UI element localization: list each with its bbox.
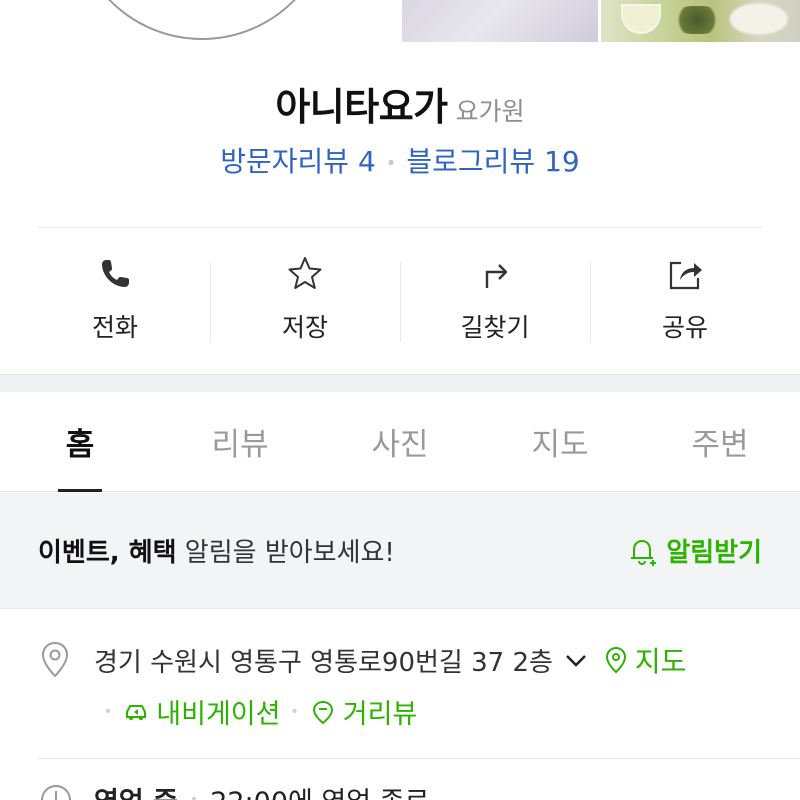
review-links: 방문자리뷰 4 • 블로그리뷰 19 (0, 140, 800, 180)
plate-shape (729, 2, 789, 36)
place-category: 요가원 (455, 97, 525, 126)
navigation-label: 내비게이션 (156, 699, 281, 730)
place-header: 아니타요가 요가원 (0, 76, 800, 131)
street-view-label: 거리뷰 (342, 699, 418, 730)
phone-icon (102, 260, 129, 287)
tab-reviews[interactable]: 리뷰 (160, 392, 320, 491)
notice-message: 알림을 받아보세요! (176, 538, 395, 568)
share-icon (669, 261, 702, 290)
section-gap (0, 374, 800, 392)
separator-dot: • (104, 703, 113, 720)
address-section: 경기 수원시 영통구 영통로90번길 37 2층 지도 • 내비게이션 • 거리… (38, 640, 778, 731)
street-view-icon (312, 700, 333, 724)
street-view-link[interactable]: 거리뷰 (309, 692, 418, 731)
business-hours[interactable]: 영업 중 • 22:00에 영업 종료 (38, 780, 429, 800)
place-photo-1[interactable] (402, 0, 598, 42)
separator-dot: • (290, 703, 299, 720)
place-name: 아니타요가 (275, 85, 448, 129)
tea-leaves-shape (673, 6, 721, 34)
directions-label: 길찾기 (460, 313, 530, 342)
car-icon (126, 704, 147, 720)
action-bar: 전화 저장 길찾기 공유 (20, 228, 780, 374)
place-photo-2[interactable] (601, 0, 800, 42)
business-logo (72, 0, 332, 40)
bell-plus-icon (631, 539, 657, 566)
location-pin-icon (41, 641, 69, 678)
clock-icon (41, 784, 71, 800)
tab-home[interactable]: 홈 (0, 392, 160, 491)
divider (38, 758, 800, 759)
separator-dot: • (385, 152, 397, 174)
share-label: 공유 (661, 313, 708, 342)
map-link-label: 지도 (634, 645, 687, 678)
tab-bar: 홈 리뷰 사진 지도 주변 (0, 392, 800, 492)
visitor-reviews-link[interactable]: 방문자리뷰 4 (220, 145, 376, 178)
star-icon (288, 257, 322, 289)
tab-map[interactable]: 지도 (480, 392, 640, 491)
map-pin-icon (605, 646, 626, 674)
address-text: 경기 수원시 영통구 영통로90번길 37 2층 (94, 647, 553, 678)
subscribe-alerts-label: 알림받기 (666, 538, 762, 568)
separator-dot: • (189, 791, 199, 800)
notice-text: 이벤트, 혜택 알림을 받아보세요! (38, 532, 395, 569)
tab-nearby[interactable]: 주변 (640, 392, 800, 491)
hours-detail: 22:00에 영업 종료 (210, 780, 429, 800)
tab-photos[interactable]: 사진 (320, 392, 480, 491)
hours-status: 영업 중 (94, 780, 178, 800)
notice-bold: 이벤트, 혜택 (38, 538, 177, 568)
notification-banner: 이벤트, 혜택 알림을 받아보세요! 알림받기 (0, 493, 800, 609)
chevron-down-icon[interactable] (563, 647, 589, 673)
directions-icon (485, 264, 508, 288)
save-label: 저장 (281, 313, 328, 342)
blog-reviews-link[interactable]: 블로그리뷰 19 (406, 145, 579, 178)
call-label: 전화 (91, 313, 138, 342)
navigation-link[interactable]: 내비게이션 (122, 692, 280, 731)
call-button[interactable]: 전화 (20, 228, 210, 374)
map-link[interactable]: 지도 (603, 640, 687, 680)
subscribe-alerts-button[interactable]: 알림받기 (626, 532, 762, 569)
tea-cup-shape (621, 4, 661, 34)
share-button[interactable]: 공유 (590, 228, 780, 374)
save-button[interactable]: 저장 (210, 228, 400, 374)
directions-button[interactable]: 길찾기 (400, 228, 590, 374)
